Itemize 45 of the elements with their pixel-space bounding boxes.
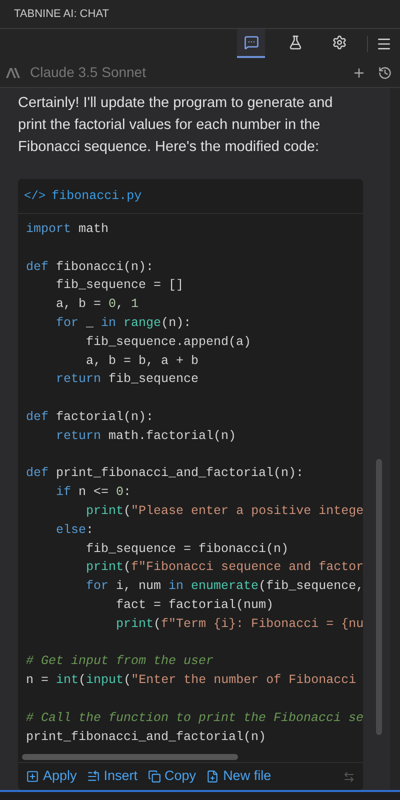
code-line: import math bbox=[26, 221, 109, 238]
vertical-scrollbar[interactable] bbox=[376, 459, 382, 735]
code-line: else: bbox=[55, 522, 94, 539]
new-file-button[interactable]: New file bbox=[206, 766, 272, 787]
history-icon[interactable] bbox=[378, 66, 392, 80]
code-line: def factorial(n): bbox=[26, 408, 154, 426]
code-line: return math.factorial(n) bbox=[55, 428, 236, 445]
code-icon: </> bbox=[24, 187, 46, 205]
copy-button[interactable]: Copy bbox=[148, 766, 196, 787]
code-line: print(f"Fibonacci sequence and factor bbox=[85, 559, 363, 576]
file-name: fibonacci.py bbox=[52, 188, 142, 205]
code-line: n = int(input("Enter the number of Fibonacci bbox=[26, 672, 356, 690]
code-line: if n <= 0: bbox=[55, 484, 132, 502]
code-line: # Call the function to print the Fibonacci se bbox=[26, 710, 363, 727]
horizontal-scrollbar[interactable] bbox=[22, 754, 238, 760]
file-plus-icon bbox=[206, 770, 220, 783]
code-line: fib_sequence = [] bbox=[55, 277, 184, 294]
insert-button[interactable]: Insert bbox=[86, 766, 138, 787]
insert-icon bbox=[86, 770, 100, 783]
panel-title: TABNINE AI: CHAT bbox=[14, 6, 109, 22]
code-line: a, b = b, a + b bbox=[85, 352, 199, 370]
copy-icon bbox=[148, 770, 161, 783]
code-line: print("Please enter a positive intege bbox=[85, 502, 363, 520]
new-chat-icon[interactable] bbox=[352, 66, 366, 80]
code-line: return fib_sequence bbox=[55, 371, 199, 388]
code-line: # Get input from the user bbox=[26, 653, 214, 670]
code-line: fib_sequence = fibonacci(n) bbox=[85, 540, 289, 558]
menu-icon[interactable] bbox=[376, 36, 392, 52]
code-line: print_fibonacci_and_factorial(n) bbox=[26, 728, 266, 746]
square-plus-icon bbox=[26, 770, 39, 783]
code-line: a, b = 0, 1 bbox=[55, 296, 139, 314]
code-line: fib_sequence.append(a) bbox=[85, 334, 252, 351]
chat-tab[interactable] bbox=[237, 29, 265, 58]
model-logo-icon bbox=[6, 68, 20, 78]
apply-button[interactable]: Apply bbox=[26, 766, 77, 787]
assistant-message: Certainly! I'll update the program to generate and print the factorial values for each number in the Fibonacci sequence. Here's the modified code: bbox=[18, 94, 334, 157]
code-line: print(f"Term {i}: Fibonacci = {nu bbox=[115, 616, 363, 633]
code-line: def print_fibonacci_and_factorial(n): bbox=[26, 465, 304, 482]
flask-icon bbox=[288, 35, 302, 50]
chat-bubble-icon bbox=[244, 35, 258, 50]
code-line: for _ in range(n): bbox=[55, 314, 192, 332]
code-line: fact = factorial(num) bbox=[115, 596, 274, 614]
settings-icon bbox=[332, 35, 346, 50]
code-line: def fibonacci(n): bbox=[26, 258, 154, 276]
code-line: for i, num in enumerate(fib_sequence, bbox=[85, 578, 363, 596]
